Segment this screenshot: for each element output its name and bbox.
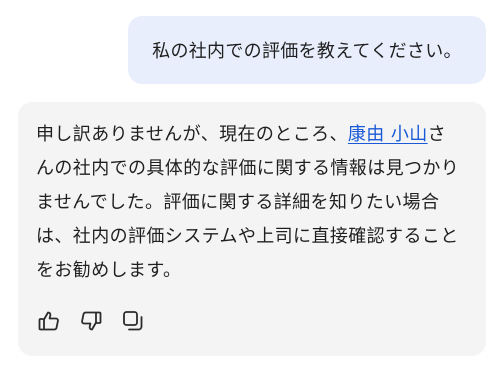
assistant-text-after-mention: さんの社内での具体的な評価に関する情報は見つかりませんでした。評価に関する詳細を… <box>36 124 460 281</box>
chat-thread: 私の社内での評価を教えてください。 申し訳ありませんが、現在のところ、康由 小山… <box>0 0 500 369</box>
user-message-bubble: 私の社内での評価を教えてください。 <box>128 16 486 84</box>
copy-icon <box>123 311 143 331</box>
assistant-message-text: 申し訳ありませんが、現在のところ、康由 小山さんの社内での具体的な評価に関する情… <box>36 118 464 288</box>
thumbs-down-icon <box>81 311 102 331</box>
assistant-message-card: 申し訳ありませんが、現在のところ、康由 小山さんの社内での具体的な評価に関する情… <box>18 102 486 356</box>
message-actions <box>36 308 146 334</box>
user-mention-link[interactable]: 康由 小山 <box>348 124 428 145</box>
thumbs-up-icon <box>38 311 59 331</box>
user-message-text: 私の社内での評価を教えてください。 <box>152 41 462 62</box>
copy-button[interactable] <box>120 308 146 334</box>
assistant-text-before-mention: 申し訳ありませんが、現在のところ、 <box>36 124 348 145</box>
thumbs-down-button[interactable] <box>78 308 104 334</box>
thumbs-up-button[interactable] <box>36 308 62 334</box>
